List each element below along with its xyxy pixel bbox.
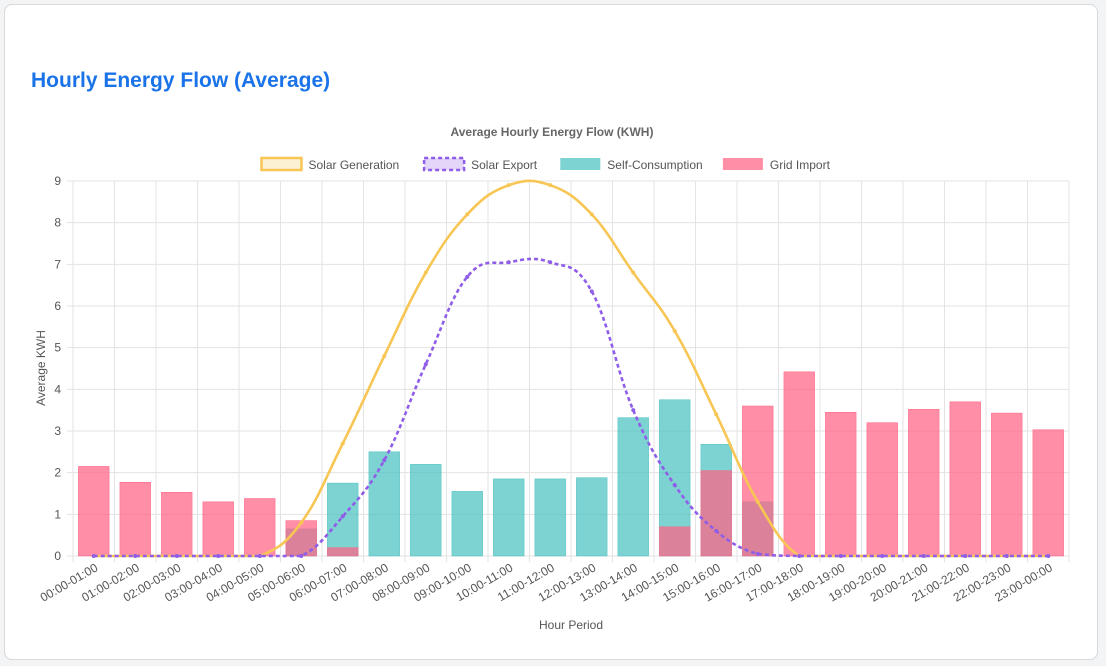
bar (534, 478, 566, 557)
data-point (257, 554, 262, 558)
y-tick-label: 5 (54, 341, 61, 355)
bar (451, 491, 483, 557)
data-point (589, 289, 594, 294)
bar (202, 501, 234, 557)
data-point (340, 514, 345, 519)
x-axis-label: Hour Period (539, 618, 603, 632)
data-point (797, 554, 802, 558)
bar (991, 412, 1023, 557)
y-tick-label: 3 (54, 424, 61, 438)
bar (493, 478, 525, 557)
y-tick-label: 9 (54, 174, 61, 188)
chart-title: Average Hourly Energy Flow (KWH) (451, 125, 654, 139)
legend-item-self-consumption[interactable]: Self-Consumption (560, 158, 703, 172)
data-point (963, 554, 968, 558)
bar (576, 477, 608, 557)
data-point (91, 554, 96, 558)
chart-legend[interactable]: Solar Generation Solar Export Self-Consump… (260, 156, 831, 172)
data-point (672, 329, 677, 333)
bar (368, 451, 400, 557)
legend-swatch (722, 158, 763, 170)
legend-swatch (260, 156, 303, 172)
data-point (755, 551, 760, 556)
data-point (548, 183, 553, 188)
legend-swatch (422, 156, 466, 172)
data-point (1046, 554, 1051, 558)
y-tick-label: 0 (54, 549, 61, 563)
data-point (755, 499, 760, 504)
data-point (838, 554, 843, 558)
bar (78, 466, 110, 557)
y-tick-label: 6 (54, 299, 61, 313)
bar (119, 482, 151, 557)
y-tick-label: 1 (54, 507, 61, 521)
data-point (299, 554, 304, 558)
energy-flow-chart: Average Hourly Energy Flow (KWH) Solar G… (34, 125, 1070, 632)
bar (161, 492, 193, 557)
data-point (133, 554, 138, 558)
data-point (506, 183, 511, 188)
y-tick-label: 8 (54, 216, 61, 230)
data-point (382, 354, 387, 358)
data-point (714, 412, 719, 417)
data-point (216, 554, 221, 558)
bar (908, 409, 940, 557)
bar (700, 470, 732, 557)
data-point (340, 441, 345, 446)
data-point (465, 212, 470, 217)
data-point (382, 458, 387, 463)
legend-item-grid-import[interactable]: Grid Import (722, 158, 831, 172)
data-point (672, 483, 677, 488)
data-point (631, 270, 636, 275)
data-point (589, 212, 594, 217)
bar (783, 371, 815, 557)
y-tick-label: 4 (54, 382, 61, 396)
data-point (299, 520, 304, 525)
data-point (174, 554, 179, 558)
bar (244, 498, 276, 557)
y-axis-label: Average KWH (34, 330, 48, 406)
legend-label: Grid Import (770, 158, 831, 172)
bar (327, 482, 359, 557)
legend-label: Solar Export (471, 158, 538, 172)
y-tick-label: 7 (54, 257, 61, 271)
data-point (880, 554, 885, 558)
data-point (506, 260, 511, 265)
data-point (1004, 554, 1009, 558)
bar (327, 547, 359, 557)
data-point (921, 554, 926, 558)
y-tick-label: 2 (54, 466, 61, 480)
legend-swatch (560, 158, 601, 170)
data-point (423, 362, 428, 367)
legend-label: Solar Generation (309, 158, 400, 172)
data-point (714, 529, 719, 533)
data-point (631, 408, 636, 413)
bar (410, 464, 442, 557)
data-point (465, 274, 470, 279)
legend-item-solar-export[interactable]: Solar Export (422, 156, 538, 172)
bar (659, 526, 691, 557)
bar (1032, 429, 1064, 557)
data-point (423, 270, 428, 275)
bar (617, 417, 649, 557)
bar (825, 412, 857, 557)
legend-item-solar-generation[interactable]: Solar Generation (260, 156, 400, 172)
bar (866, 422, 898, 557)
legend-label: Self-Consumption (607, 158, 702, 172)
data-point (548, 260, 553, 265)
bar (949, 401, 981, 557)
